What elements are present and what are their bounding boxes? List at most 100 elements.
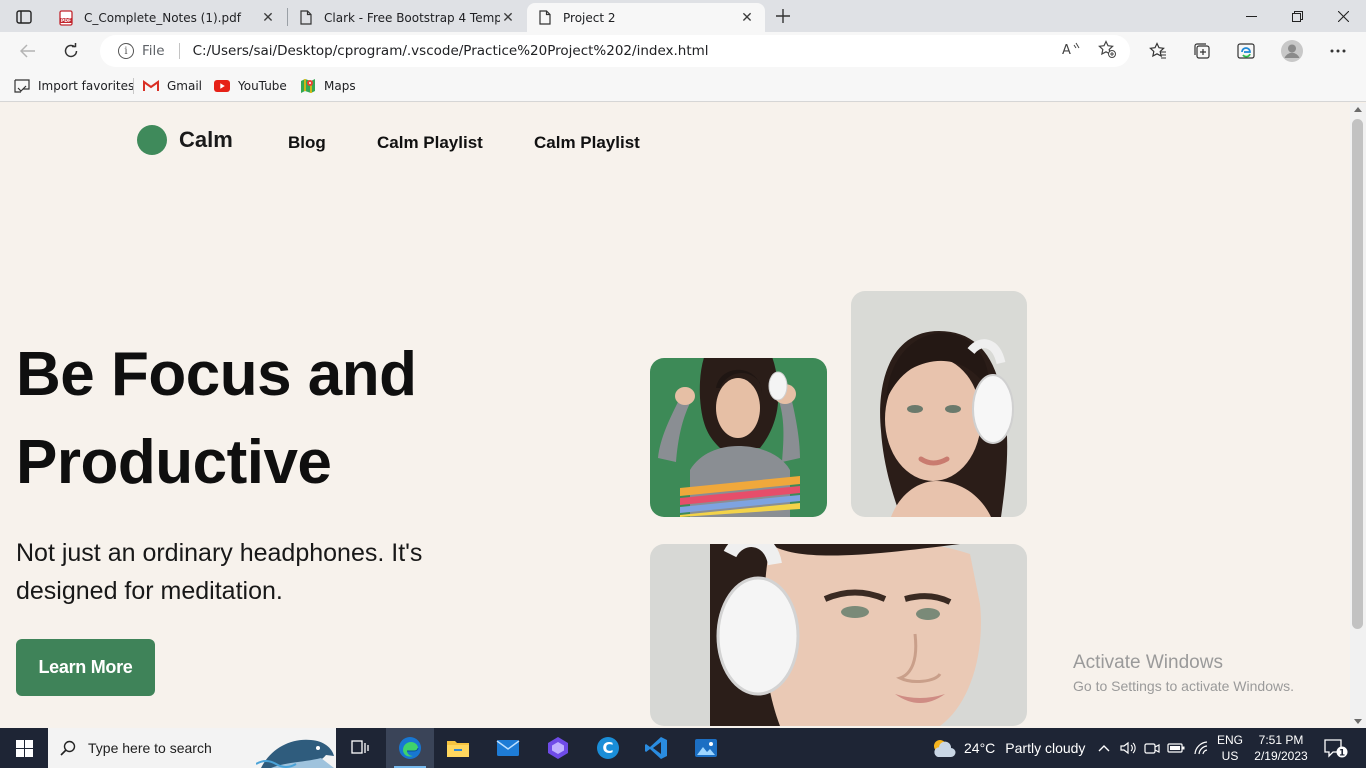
clock-date: 2/19/2023	[1254, 749, 1308, 763]
search-highlight-whale-icon	[255, 728, 336, 768]
tab-clark-template[interactable]: Clark - Free Bootstrap 4 Template ✕	[288, 3, 526, 32]
favorite-label: Import favorites	[38, 79, 135, 93]
edge-extension-icon[interactable]	[1232, 37, 1260, 65]
nav-link-calm-playlist-2[interactable]: Calm Playlist	[534, 133, 640, 153]
favorites-divider	[133, 78, 134, 94]
refresh-button[interactable]	[57, 37, 85, 65]
scroll-up-icon[interactable]	[1354, 107, 1362, 112]
scroll-down-icon[interactable]	[1354, 719, 1362, 724]
weather-widget[interactable]: 24°C Partly cloudy	[930, 728, 1085, 768]
taskbar-search-box[interactable]: Type here to search	[48, 728, 336, 768]
learn-more-button[interactable]: Learn More	[16, 639, 155, 696]
search-icon	[48, 740, 88, 756]
weather-temp: 24°C	[964, 740, 996, 756]
favorite-import[interactable]: Import favorites	[14, 76, 134, 96]
photos-icon[interactable]	[682, 728, 730, 768]
partly-cloudy-icon	[934, 740, 956, 757]
info-icon[interactable]: i	[118, 43, 134, 59]
weather-condition: Partly cloudy	[1005, 740, 1086, 756]
gmail-icon	[143, 78, 159, 94]
hero-title-line1: Be Focus and	[16, 340, 417, 409]
tab-title: Clark - Free Bootstrap 4 Template	[324, 10, 500, 25]
battery-icon[interactable]	[1164, 728, 1188, 768]
close-tab-icon[interactable]: ✕	[260, 10, 276, 26]
collections-icon[interactable]	[1188, 37, 1216, 65]
scroll-thumb[interactable]	[1352, 119, 1363, 629]
region-code: US	[1221, 749, 1239, 763]
wifi-icon[interactable]	[1188, 728, 1214, 768]
file-explorer-icon[interactable]	[434, 728, 482, 768]
watermark-subtitle: Go to Settings to activate Windows.	[1073, 678, 1294, 694]
favorite-youtube[interactable]: YouTube	[214, 76, 287, 96]
browser-toolbar: i File C:/Users/sai/Desktop/cprogram/.vs…	[0, 32, 1366, 70]
close-tab-icon[interactable]: ✕	[500, 10, 516, 26]
meet-now-icon[interactable]	[1140, 728, 1164, 768]
page-icon	[298, 10, 314, 26]
favorites-bar: Import favorites Gmail YouTube Maps	[0, 70, 1366, 102]
hero-photo-portrait	[851, 291, 1027, 517]
page-icon	[537, 10, 553, 26]
youtube-icon	[214, 78, 230, 94]
volume-icon[interactable]	[1116, 728, 1140, 768]
tab-pdf-notes[interactable]: PDF C_Complete_Notes (1).pdf ✕	[48, 3, 286, 32]
mail-icon[interactable]	[484, 728, 532, 768]
tab-project-2[interactable]: Project 2 ✕	[527, 3, 765, 32]
close-window-button[interactable]	[1320, 0, 1366, 32]
page-scrollbar[interactable]	[1350, 103, 1366, 728]
brand-name[interactable]: Calm	[179, 127, 233, 153]
favorite-label: Maps	[324, 79, 356, 93]
nav-link-blog[interactable]: Blog	[288, 133, 326, 153]
tab-actions-icon[interactable]	[8, 6, 40, 28]
minimize-button[interactable]	[1228, 0, 1274, 32]
show-hidden-icons-chevron-icon[interactable]	[1092, 728, 1116, 768]
svg-text:PDF: PDF	[61, 18, 71, 24]
notification-center-icon[interactable]: 1	[1318, 728, 1354, 768]
nav-link-calm-playlist[interactable]: Calm Playlist	[377, 133, 483, 153]
task-view-icon[interactable]	[336, 728, 384, 768]
pdf-icon: PDF	[58, 9, 74, 26]
vscode-icon[interactable]	[632, 728, 680, 768]
codeblocks-c-icon[interactable]: C	[584, 728, 632, 768]
svg-text:A: A	[1062, 43, 1071, 56]
svg-text:C: C	[602, 739, 613, 757]
maps-icon	[300, 78, 316, 94]
address-divider	[178, 43, 180, 59]
hero-subtitle: Not just an ordinary headphones. It's de…	[16, 539, 423, 605]
address-bar[interactable]: i File C:/Users/sai/Desktop/cprogram/.vs…	[100, 35, 1130, 67]
language-code: ENG	[1216, 733, 1243, 747]
search-placeholder: Type here to search	[88, 740, 212, 756]
tab-strip: PDF C_Complete_Notes (1).pdf ✕ Clark - F…	[0, 0, 1366, 32]
hero-title-line2: Productive	[16, 428, 332, 497]
tab-title: C_Complete_Notes (1).pdf	[84, 10, 241, 25]
favorite-maps[interactable]: Maps	[300, 76, 356, 96]
copilot-app-icon[interactable]	[534, 728, 582, 768]
close-tab-icon[interactable]: ✕	[739, 10, 755, 26]
more-options-icon[interactable]	[1324, 37, 1352, 65]
new-tab-button[interactable]	[770, 5, 796, 27]
favorites-icon[interactable]	[1144, 37, 1172, 65]
scheme-label: File	[142, 43, 165, 59]
read-aloud-icon[interactable]: A	[1062, 40, 1080, 58]
edge-taskbar-icon[interactable]	[386, 728, 434, 768]
profile-avatar[interactable]	[1278, 37, 1306, 65]
language-indicator[interactable]: ENG US	[1214, 732, 1246, 764]
favorite-label: Gmail	[167, 79, 203, 93]
url-text[interactable]: C:/Users/sai/Desktop/cprogram/.vscode/Pr…	[193, 43, 1130, 59]
import-icon	[14, 78, 30, 94]
windows-taskbar: Type here to search C 24°C Partly cloudy	[0, 728, 1366, 768]
page-viewport: Calm Blog Calm Playlist Calm Playlist Be…	[0, 103, 1350, 728]
system-clock[interactable]: 7:51 PM 2/19/2023	[1250, 732, 1312, 764]
windows-icon	[15, 739, 33, 757]
clock-time: 7:51 PM	[1258, 733, 1304, 747]
favorite-gmail[interactable]: Gmail	[143, 76, 202, 96]
brand-logo-icon[interactable]	[137, 125, 167, 155]
favorite-label: YouTube	[238, 79, 287, 93]
hero-photo-closeup	[650, 544, 1027, 726]
restore-button[interactable]	[1274, 0, 1320, 32]
hero-title: Be Focus and Productive	[16, 331, 576, 507]
watermark-title: Activate Windows	[1073, 652, 1223, 673]
tab-title: Project 2	[563, 10, 616, 25]
back-button[interactable]	[14, 37, 42, 65]
add-favorite-icon[interactable]	[1098, 40, 1116, 58]
start-button[interactable]	[0, 728, 48, 768]
